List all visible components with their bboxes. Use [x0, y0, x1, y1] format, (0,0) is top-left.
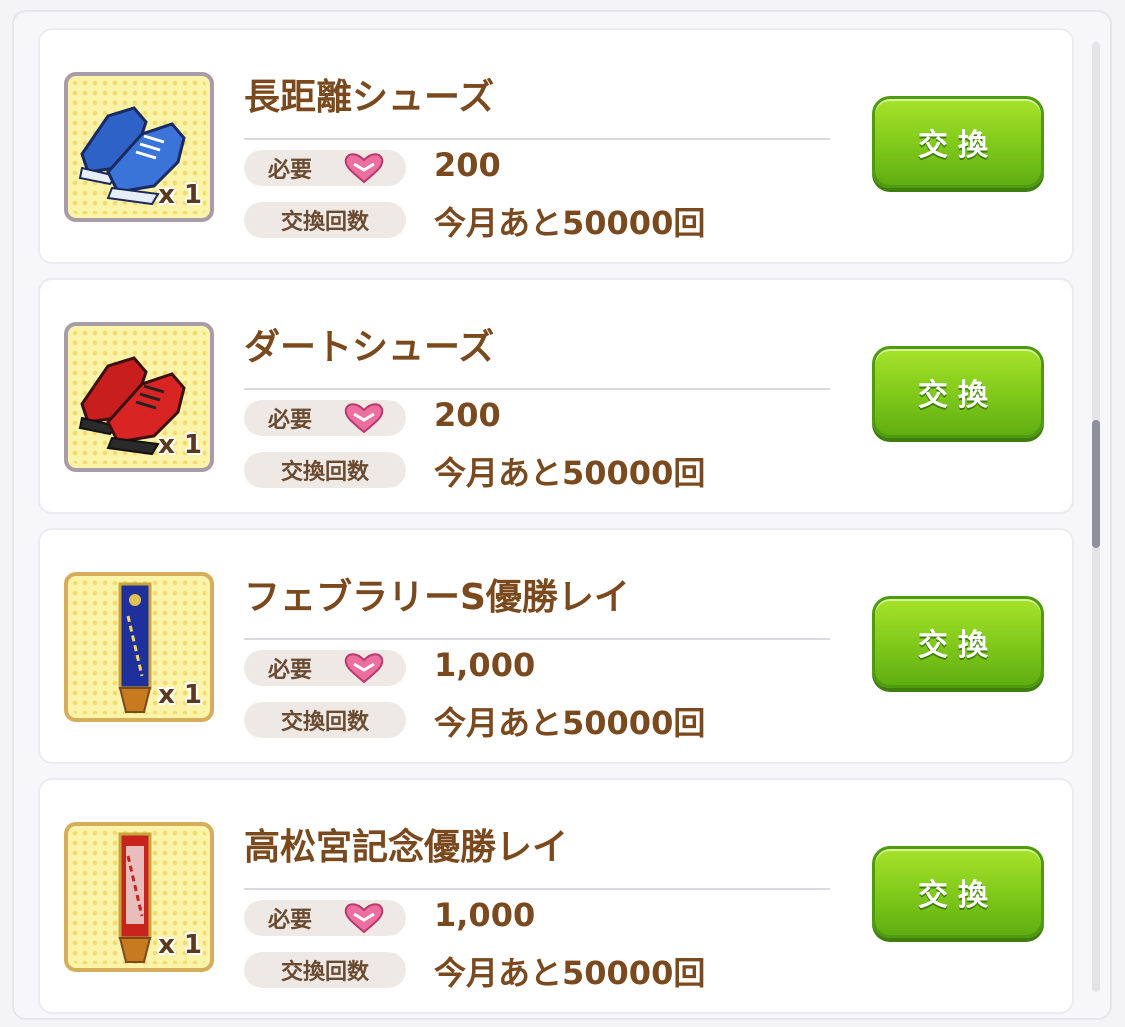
heart-handshake-icon [344, 653, 384, 684]
item-name: ダートシューズ [244, 327, 495, 368]
exchange-list: x 1 長距離シューズ 必要 200 交換回数 今月あと50000回 交換 x … [38, 28, 1074, 1018]
need-label-pill: 必要 [244, 150, 406, 186]
remaining-value: 今月あと50000回 [434, 954, 706, 992]
exchange-panel: x 1 長距離シューズ 必要 200 交換回数 今月あと50000回 交換 x … [12, 10, 1112, 1020]
count-label: 交換回数 [244, 702, 406, 738]
cost-value: 1,000 [434, 646, 536, 684]
exchange-button[interactable]: 交換 [872, 846, 1044, 938]
list-item: x 1 ダートシューズ 必要 200 交換回数 今月あと50000回 交換 [38, 278, 1074, 514]
item-thumbnail: x 1 [64, 322, 214, 472]
item-thumbnail: x 1 [64, 72, 214, 222]
divider [244, 638, 830, 640]
divider [244, 388, 830, 390]
remaining-value: 今月あと50000回 [434, 704, 706, 742]
scrollbar[interactable] [1092, 42, 1100, 992]
need-label-pill: 必要 [244, 650, 406, 686]
count-label: 交換回数 [244, 452, 406, 488]
count-label: 交換回数 [244, 952, 406, 988]
list-item: x 1 フェブラリーS優勝レイ 必要 1,000 交換回数 今月あと50000回… [38, 528, 1074, 764]
exchange-button[interactable]: 交換 [872, 96, 1044, 188]
remaining-value: 今月あと50000回 [434, 204, 706, 242]
item-name: フェブラリーS優勝レイ [244, 577, 630, 618]
heart-handshake-icon [344, 403, 384, 434]
item-name: 長距離シューズ [244, 77, 495, 118]
need-label: 必要 [268, 408, 313, 433]
item-quantity: x 1 [158, 680, 202, 710]
item-thumbnail: x 1 [64, 572, 214, 722]
item-quantity: x 1 [158, 930, 202, 960]
cost-value: 1,000 [434, 896, 536, 934]
divider [244, 138, 830, 140]
scrollbar-thumb[interactable] [1092, 420, 1100, 548]
count-label: 交換回数 [244, 202, 406, 238]
heart-handshake-icon [344, 153, 384, 184]
list-item: x 1 長距離シューズ 必要 200 交換回数 今月あと50000回 交換 [38, 28, 1074, 264]
need-label-pill: 必要 [244, 400, 406, 436]
cost-value: 200 [434, 396, 501, 434]
need-label: 必要 [268, 908, 313, 933]
divider [244, 888, 830, 890]
remaining-value: 今月あと50000回 [434, 454, 706, 492]
item-name: 高松宮記念優勝レイ [244, 827, 569, 868]
cost-value: 200 [434, 146, 501, 184]
need-label-pill: 必要 [244, 900, 406, 936]
item-thumbnail: x 1 [64, 822, 214, 972]
item-quantity: x 1 [158, 430, 202, 460]
need-label: 必要 [268, 658, 313, 683]
exchange-button[interactable]: 交換 [872, 596, 1044, 688]
list-item: x 1 高松宮記念優勝レイ 必要 1,000 交換回数 今月あと50000回 交… [38, 778, 1074, 1014]
need-label: 必要 [268, 158, 313, 183]
exchange-button[interactable]: 交換 [872, 346, 1044, 438]
item-quantity: x 1 [158, 180, 202, 210]
heart-handshake-icon [344, 903, 384, 934]
